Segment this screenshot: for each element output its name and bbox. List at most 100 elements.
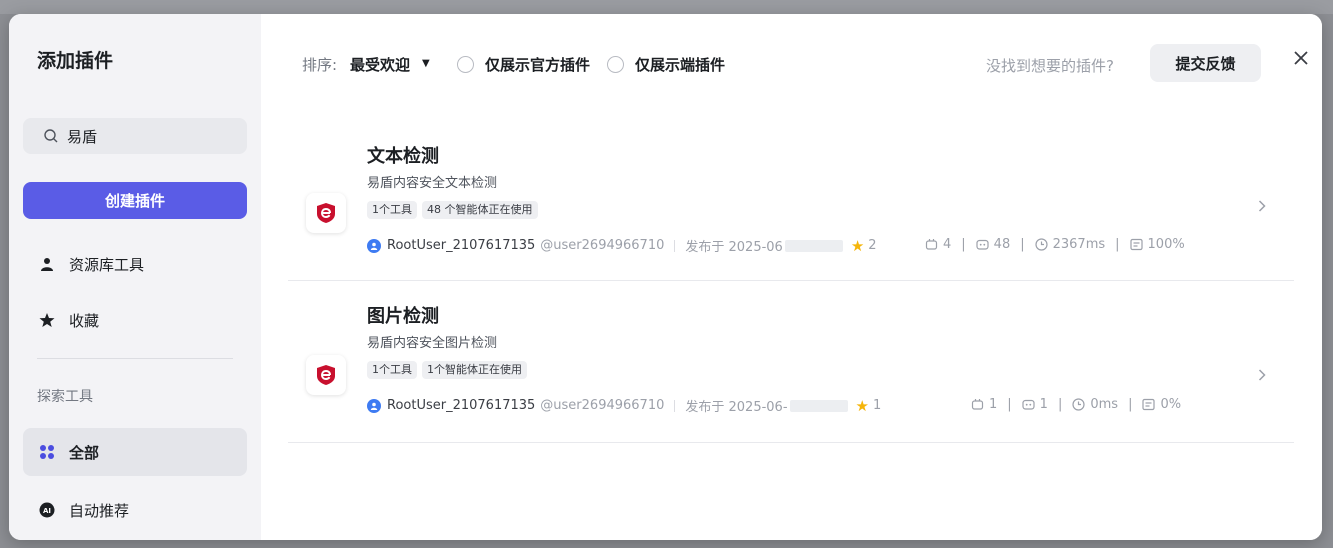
search-icon: [44, 129, 58, 143]
latency-stat: 2367ms: [1035, 237, 1106, 252]
star-count: 2: [868, 238, 877, 253]
section-label-explore: 探索工具: [37, 389, 93, 405]
plugin-title: 图片检测: [367, 306, 439, 327]
sidebar-item-label: 自动推荐: [69, 501, 130, 520]
redacted-date: [784, 239, 843, 252]
success-rate: 100%: [1147, 237, 1185, 252]
publish-date: 发布于 2025-06-: [685, 400, 788, 415]
bots-stat: 1: [1022, 397, 1048, 412]
plugin-description: 易盾内容安全文本检测: [367, 176, 498, 191]
author-handle: @user2694966710: [540, 238, 665, 253]
bots-count: 1: [1039, 397, 1048, 412]
star-icon: ★: [855, 396, 869, 415]
sidebar-item-auto-recommend[interactable]: AI 自动推荐: [23, 486, 247, 534]
latency-value: 0ms: [1090, 397, 1119, 412]
success-rate: 0%: [1160, 397, 1182, 412]
chevron-right-icon[interactable]: [1255, 199, 1269, 213]
author-name[interactable]: RootUser_2107617135: [387, 238, 535, 253]
filter-client-radio[interactable]: 仅展示端插件: [607, 54, 725, 75]
plugin-logo: [306, 193, 346, 233]
submit-feedback-button[interactable]: 提交反馈: [1150, 44, 1261, 82]
bot-icon: [976, 239, 989, 250]
modal-title: 添加插件: [37, 50, 114, 72]
sort-label: 排序:: [302, 56, 338, 74]
clock-icon: [1072, 398, 1085, 411]
main-panel: 排序: 最受欢迎 ▼ 仅展示官方插件 仅展示端插件 没找到想要的插件? 提交反馈: [261, 14, 1322, 540]
radio-circle[interactable]: [457, 56, 474, 73]
stat-separator: |: [1115, 237, 1120, 252]
yidun-logo-icon: [317, 203, 335, 223]
tag: 1个工具: [367, 201, 417, 219]
bot-icon: [1022, 399, 1035, 410]
message-icon: [1142, 398, 1156, 411]
plugin-description: 易盾内容安全图片检测: [367, 336, 498, 351]
publish-date: 发布于 2025-06: [685, 240, 783, 255]
bots-stat: 48: [976, 237, 1011, 252]
tag: 48 个智能体正在使用: [422, 201, 538, 219]
plugin-logo: [306, 355, 346, 395]
sidebar-item-label: 资源库工具: [69, 255, 145, 274]
sidebar-item-label: 全部: [69, 443, 100, 462]
star-icon: ★: [850, 236, 865, 255]
plugin-tags: 1个工具 1个智能体正在使用: [367, 361, 532, 379]
clock-icon: [1035, 238, 1048, 251]
filter-official-label: 仅展示官方插件: [485, 56, 591, 74]
sort-dropdown[interactable]: 最受欢迎: [350, 54, 410, 75]
star-icon: [39, 312, 55, 328]
stat-separator: |: [1128, 397, 1133, 412]
sidebar-item-all[interactable]: 全部: [23, 428, 247, 476]
grid-icon: [39, 444, 55, 460]
divider: [37, 358, 233, 359]
backdrop: [0, 0, 1333, 14]
calls-count: 1: [989, 397, 998, 412]
avatar: [367, 238, 381, 253]
star-count: 1: [872, 398, 882, 413]
svg-text:AI: AI: [43, 507, 51, 515]
plugin-card[interactable]: 图片检测 易盾内容安全图片检测 1个工具 1个智能体正在使用 RootUser_…: [288, 281, 1294, 443]
calls-count: 4: [943, 237, 952, 252]
ai-icon: AI: [39, 502, 55, 518]
search-input[interactable]: 易盾: [23, 118, 247, 154]
sidebar-item-favorites[interactable]: 收藏: [23, 296, 247, 344]
tag: 1个工具: [367, 361, 417, 379]
plugin-icon: [925, 239, 938, 250]
author-name[interactable]: RootUser_2107617135: [387, 398, 535, 413]
stat-separator: |: [1007, 397, 1012, 412]
caret-down-icon[interactable]: ▼: [422, 58, 430, 69]
create-plugin-button[interactable]: 创建插件: [23, 182, 247, 219]
latency-value: 2367ms: [1052, 237, 1106, 252]
plugin-title: 文本检测: [367, 146, 439, 167]
plugin-meta: RootUser_2107617135 @user2694966710 发布于 …: [367, 236, 877, 255]
person-icon: [39, 256, 55, 272]
yidun-logo-icon: [317, 365, 335, 385]
plugin-stats: 4 | 48 | 2367ms | 100%: [925, 237, 1185, 252]
stat-separator: |: [961, 237, 966, 252]
sidebar: 添加插件 易盾 创建插件 资源库工具 收藏 探索工具 全部 AI 自动推荐: [9, 14, 261, 540]
bots-count: 48: [993, 237, 1011, 252]
calls-stat: 4: [925, 237, 951, 252]
redacted-date: [789, 399, 848, 412]
latency-stat: 0ms: [1072, 397, 1118, 412]
filter-client-label: 仅展示端插件: [635, 56, 726, 74]
plugin-meta: RootUser_2107617135 @user2694966710 发布于 …: [367, 396, 881, 415]
message-icon: [1129, 238, 1143, 251]
sidebar-item-resource-tools[interactable]: 资源库工具: [23, 240, 247, 288]
radio-circle[interactable]: [607, 56, 624, 73]
divider: [674, 399, 676, 412]
not-found-hint: 没找到想要的插件?: [986, 57, 1114, 75]
stat-separator: |: [1020, 237, 1025, 252]
plugin-stats: 1 | 1 | 0ms | 0%: [971, 397, 1181, 412]
search-input-value: 易盾: [67, 127, 98, 146]
avatar: [367, 398, 381, 413]
filter-official-radio[interactable]: 仅展示官方插件: [457, 54, 590, 75]
plugin-card[interactable]: 文本检测 易盾内容安全文本检测 1个工具 48 个智能体正在使用 RootUse…: [288, 119, 1294, 281]
plugin-icon: [971, 399, 984, 410]
divider: [674, 239, 676, 252]
success-stat: 100%: [1129, 237, 1185, 252]
stat-separator: |: [1057, 397, 1063, 412]
calls-stat: 1: [971, 397, 997, 412]
chevron-right-icon[interactable]: [1255, 368, 1269, 382]
close-icon[interactable]: [1291, 48, 1311, 68]
sidebar-item-label: 收藏: [69, 311, 100, 330]
plugin-tags: 1个工具 48 个智能体正在使用: [367, 201, 543, 219]
